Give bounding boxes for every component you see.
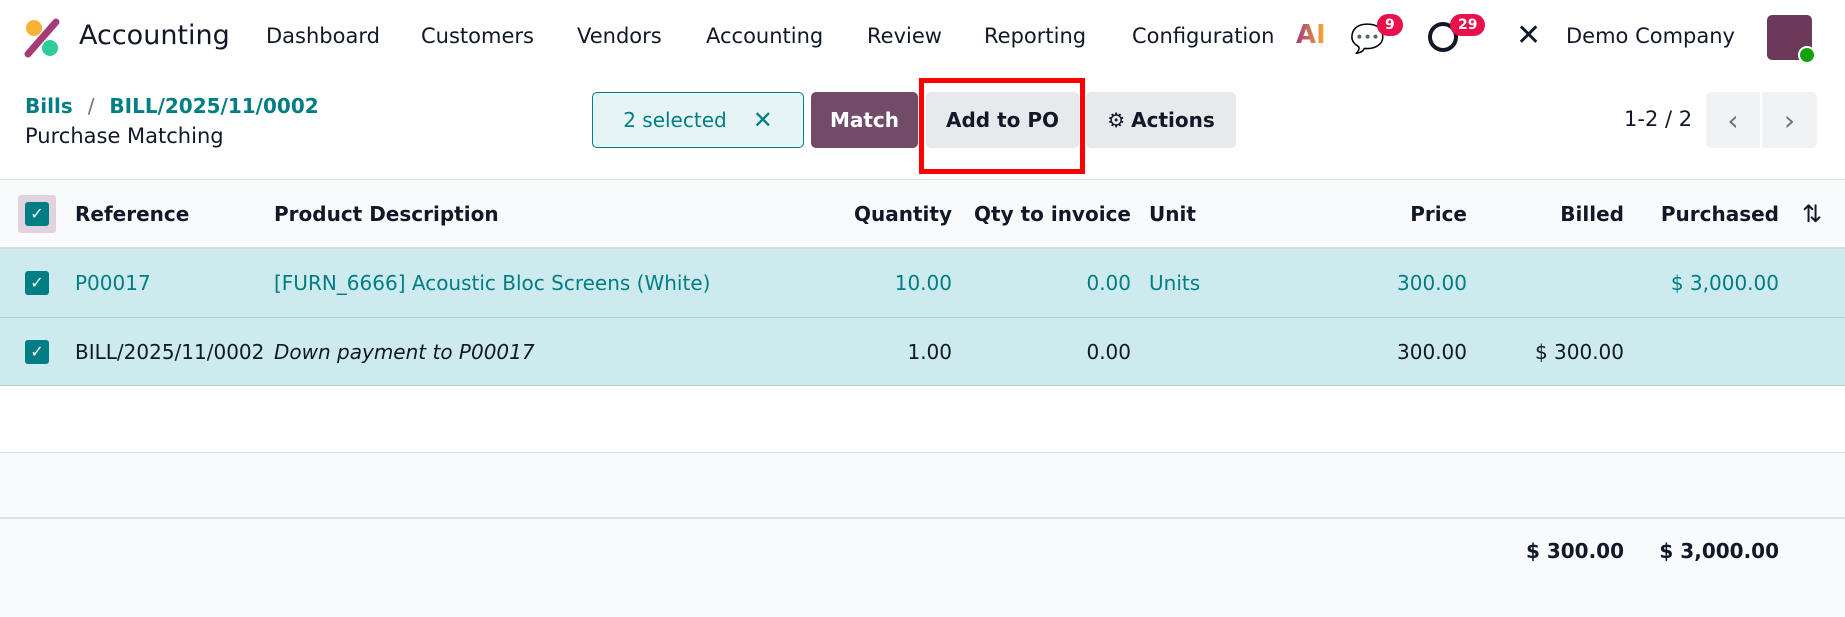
- match-button[interactable]: Match: [811, 92, 918, 148]
- optional-columns-icon[interactable]: ⇅: [1802, 200, 1822, 228]
- tools-icon[interactable]: ✕: [1516, 18, 1541, 53]
- cell-quantity: 10.00: [894, 271, 952, 295]
- user-avatar[interactable]: [1767, 15, 1816, 64]
- activities-badge: 29: [1450, 14, 1486, 36]
- cell-reference[interactable]: BILL/2025/11/0002: [75, 340, 274, 364]
- table-row[interactable]: ✓ BILL/2025/11/0002 Down payment to P000…: [0, 318, 1845, 386]
- empty-row: [0, 453, 1845, 519]
- row-checkbox[interactable]: ✓: [25, 271, 49, 295]
- cell-unit: Units: [1149, 271, 1201, 295]
- col-reference[interactable]: Reference: [75, 202, 189, 226]
- actions-label: Actions: [1131, 108, 1215, 132]
- breadcrumb-bill[interactable]: BILL/2025/11/0002: [109, 94, 318, 118]
- menu-review[interactable]: Review: [867, 24, 942, 48]
- company-switcher[interactable]: Demo Company: [1566, 24, 1735, 48]
- highlight-box: [919, 78, 1085, 174]
- menu-customers[interactable]: Customers: [421, 24, 534, 48]
- col-product-description[interactable]: Product Description: [274, 202, 499, 226]
- breadcrumb: Bills / BILL/2025/11/0002: [25, 94, 319, 118]
- selection-indicator: 2 selected ✕: [592, 92, 804, 148]
- messages-badge: 9: [1377, 14, 1403, 36]
- cell-price: 300.00: [1397, 271, 1467, 295]
- clear-selection-icon[interactable]: ✕: [753, 106, 773, 134]
- app-logo[interactable]: [24, 18, 60, 58]
- pager-value[interactable]: 1-2 / 2: [1624, 107, 1692, 131]
- pager-next-button[interactable]: ›: [1762, 92, 1817, 148]
- col-quantity[interactable]: Quantity: [854, 202, 952, 226]
- menu-dashboard[interactable]: Dashboard: [266, 24, 380, 48]
- page-title: Purchase Matching: [25, 124, 224, 148]
- selected-count: 2 selected: [623, 108, 727, 132]
- menu-reporting[interactable]: Reporting: [984, 24, 1086, 48]
- col-qty-to-invoice[interactable]: Qty to invoice: [974, 202, 1131, 226]
- online-status-dot: [1798, 46, 1816, 64]
- table-header: ✓ Reference Product Description Quantity…: [0, 179, 1845, 249]
- breadcrumb-separator: /: [87, 94, 95, 118]
- cell-qty-to-invoice: 0.00: [1086, 339, 1131, 364]
- app-name[interactable]: Accounting: [79, 20, 230, 51]
- table-footer: $ 300.00 $ 3,000.00: [0, 519, 1845, 617]
- table-row[interactable]: ✓ P00017 [FURN_6666] Acoustic Bloc Scree…: [0, 249, 1845, 318]
- total-billed: $ 300.00: [1525, 539, 1624, 563]
- pager-previous-button[interactable]: ‹: [1706, 92, 1760, 148]
- breadcrumb-bills[interactable]: Bills: [25, 94, 73, 118]
- cell-description[interactable]: Down payment to P00017: [274, 340, 535, 364]
- menu-accounting[interactable]: Accounting: [706, 24, 823, 48]
- cell-billed: $ 300.00: [1534, 339, 1624, 364]
- total-purchased: $ 3,000.00: [1659, 539, 1779, 563]
- col-purchased[interactable]: Purchased: [1661, 202, 1779, 226]
- ai-icon[interactable]: AI: [1296, 20, 1326, 50]
- cell-price: 300.00: [1397, 339, 1467, 364]
- col-unit[interactable]: Unit: [1149, 202, 1196, 226]
- empty-row: [0, 386, 1845, 453]
- menu-configuration[interactable]: Configuration: [1132, 24, 1274, 48]
- cell-quantity: 1.00: [907, 339, 952, 364]
- cell-purchased: $ 3,000.00: [1670, 271, 1779, 295]
- col-price[interactable]: Price: [1410, 202, 1467, 226]
- gear-icon: ⚙: [1107, 108, 1126, 132]
- cell-qty-to-invoice: 0.00: [1086, 271, 1131, 295]
- cell-reference[interactable]: P00017: [75, 271, 151, 295]
- row-checkbox[interactable]: ✓: [25, 339, 49, 364]
- col-billed[interactable]: Billed: [1560, 202, 1624, 226]
- menu-vendors[interactable]: Vendors: [577, 24, 662, 48]
- actions-button[interactable]: ⚙ Actions: [1086, 92, 1236, 148]
- select-all-checkbox[interactable]: ✓: [25, 201, 49, 226]
- cell-description[interactable]: [FURN_6666] Acoustic Bloc Screens (White…: [274, 271, 710, 295]
